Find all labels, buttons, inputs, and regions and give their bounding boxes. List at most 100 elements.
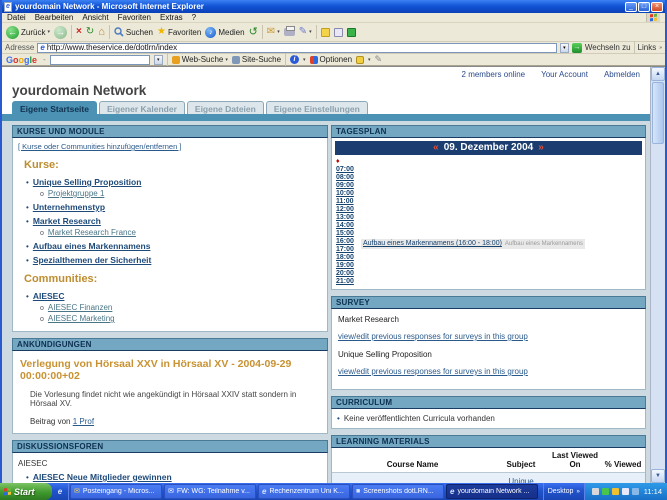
start-button[interactable]: Start bbox=[0, 483, 52, 500]
tray-icon[interactable] bbox=[602, 488, 609, 495]
page-info-icon[interactable]: i bbox=[290, 55, 299, 64]
survey-responses-link[interactable]: view/edit previous responses for surveys… bbox=[338, 367, 528, 376]
forward-button[interactable]: → bbox=[54, 26, 67, 39]
time-1400-link[interactable]: 14:00 bbox=[336, 222, 354, 229]
market-research-link[interactable]: Market Research bbox=[33, 216, 101, 226]
tab-eigene-einstellungen[interactable]: Eigene Einstellungen bbox=[266, 101, 368, 114]
messenger-icon[interactable] bbox=[347, 28, 356, 37]
projektgruppe-1-link[interactable]: Projektgruppe 1 bbox=[48, 189, 104, 198]
go-icon[interactable]: → bbox=[572, 43, 582, 53]
ie-quicklaunch-icon[interactable]: e bbox=[58, 487, 62, 496]
survey-responses-link[interactable]: view/edit previous responses for surveys… bbox=[338, 332, 528, 341]
stop-icon[interactable]: × bbox=[76, 26, 82, 38]
desktop-chevron-icon[interactable]: » bbox=[576, 489, 579, 495]
time-1500-link[interactable]: 15:00 bbox=[336, 230, 354, 237]
web-search-dropdown-icon[interactable]: ▾ bbox=[225, 57, 228, 63]
aiesec-link[interactable]: AIESEC bbox=[33, 291, 65, 301]
tray-icon[interactable] bbox=[612, 488, 619, 495]
menu-item-datei[interactable]: Datei bbox=[7, 13, 26, 22]
your-account-link[interactable]: Your Account bbox=[541, 70, 588, 80]
highlighter-icon[interactable] bbox=[356, 56, 364, 64]
aiesec-neue-mitglieder-gewinnen-link[interactable]: AIESEC Neue Mitglieder gewinnen bbox=[33, 472, 172, 482]
back-button[interactable]: ← Zurück ▾ bbox=[6, 26, 50, 39]
tray-icon[interactable] bbox=[592, 488, 599, 495]
spezialthemen-der-sicherheit-link[interactable]: Spezialthemen der Sicherheit bbox=[33, 255, 152, 265]
google-search-input[interactable] bbox=[50, 55, 150, 65]
tray-icon[interactable] bbox=[632, 488, 639, 495]
time-1200-link[interactable]: 12:00 bbox=[336, 206, 354, 213]
close-button[interactable]: × bbox=[651, 2, 663, 12]
menu-item-extras[interactable]: Extras bbox=[160, 13, 183, 22]
desktop-toolbar[interactable]: Desktop » bbox=[543, 483, 584, 500]
scrollbar-thumb[interactable] bbox=[652, 82, 664, 144]
time-1700-link[interactable]: 17:00 bbox=[336, 246, 354, 253]
history-icon[interactable]: ↺ bbox=[249, 26, 258, 38]
research-icon[interactable] bbox=[334, 28, 343, 37]
edit-button[interactable]: ✎ ▾ bbox=[299, 26, 312, 38]
maximize-button[interactable]: □ bbox=[638, 2, 650, 12]
options-button[interactable]: Optionen bbox=[310, 55, 352, 64]
market-research-france-link[interactable]: Market Research France bbox=[48, 228, 136, 237]
tab-eigene-startseite[interactable]: Eigene Startseite bbox=[12, 101, 97, 114]
site-search-button[interactable]: Site-Suche bbox=[232, 55, 281, 64]
go-label[interactable]: Wechseln zu bbox=[585, 43, 631, 52]
discuss-icon[interactable] bbox=[321, 28, 330, 37]
address-dropdown-icon[interactable]: ▾ bbox=[560, 43, 569, 53]
time-1800-link[interactable]: 18:00 bbox=[336, 254, 354, 261]
links-label[interactable]: Links bbox=[638, 43, 657, 52]
time-0700-link[interactable]: 07:00 bbox=[336, 166, 354, 173]
media-button[interactable]: ♪ Medien bbox=[205, 27, 244, 38]
tab-eigener-kalender[interactable]: Eigener Kalender bbox=[99, 101, 185, 114]
logout-link[interactable]: Abmelden bbox=[604, 70, 640, 80]
taskbar-button-screenshots-dotlrn[interactable]: ■Screenshots dotLRN... bbox=[352, 484, 444, 499]
pen-icon[interactable]: ✎ bbox=[375, 54, 383, 65]
web-search-button[interactable]: Web-Suche ▾ bbox=[172, 55, 228, 64]
time-2000-link[interactable]: 20:00 bbox=[336, 270, 354, 277]
mail-dropdown-icon[interactable]: ▾ bbox=[277, 29, 280, 35]
edit-dropdown-icon[interactable]: ▾ bbox=[309, 29, 312, 35]
google-search-dropdown-icon[interactable]: ▾ bbox=[154, 55, 163, 65]
next-day-icon[interactable]: » bbox=[538, 142, 544, 153]
address-input[interactable]: e http://www.theservice.de/dotlrn/index bbox=[37, 43, 557, 53]
mail-button[interactable]: ✉ ▾ bbox=[267, 26, 280, 38]
minimize-button[interactable]: _ bbox=[625, 2, 637, 12]
home-icon[interactable]: ⌂ bbox=[98, 26, 105, 38]
favorites-button[interactable]: ★ Favoriten bbox=[157, 26, 201, 38]
taskbar-button-posteingang-micros[interactable]: ✉Posteingang - Micros... bbox=[70, 484, 162, 499]
taskbar-button-rechenzentrum-uni-k[interactable]: eRechenzentrum Uni K... bbox=[258, 484, 350, 499]
prev-day-icon[interactable]: « bbox=[433, 142, 439, 153]
time-1000-link[interactable]: 10:00 bbox=[336, 190, 354, 197]
time-1900-link[interactable]: 19:00 bbox=[336, 262, 354, 269]
print-icon[interactable] bbox=[284, 28, 295, 36]
manage-courses-link[interactable]: [ Kurse oder Communities hinzufügen/entf… bbox=[18, 142, 181, 151]
vertical-scrollbar[interactable]: ▲ ▼ bbox=[650, 67, 665, 483]
highlighter-dropdown-icon[interactable]: ▾ bbox=[368, 57, 371, 63]
search-button[interactable]: Suchen bbox=[114, 27, 153, 37]
links-chevron-icon[interactable]: » bbox=[659, 45, 662, 51]
scroll-up-icon[interactable]: ▲ bbox=[651, 67, 665, 81]
time-1300-link[interactable]: 13:00 bbox=[336, 214, 354, 221]
unique-selling-proposition-link[interactable]: Unique Selling Proposition bbox=[33, 177, 142, 187]
tab-eigene-dateien[interactable]: Eigene Dateien bbox=[187, 101, 264, 114]
menu-item-[interactable]: ? bbox=[192, 13, 196, 22]
back-dropdown-icon[interactable]: ▾ bbox=[47, 29, 50, 35]
tray-icon[interactable] bbox=[622, 488, 629, 495]
taskbar-button-fw-wg-teilnahme-v[interactable]: ✉FW: WG: Teilnahme v... bbox=[164, 484, 256, 499]
menu-item-favoriten[interactable]: Favoriten bbox=[118, 13, 151, 22]
page-info-dropdown-icon[interactable]: ▾ bbox=[303, 57, 306, 63]
time-0900-link[interactable]: 09:00 bbox=[336, 182, 354, 189]
aiesec-marketing-link[interactable]: AIESEC Marketing bbox=[48, 314, 115, 323]
time-2100-link[interactable]: 21:00 bbox=[336, 278, 354, 285]
refresh-icon[interactable]: ↻ bbox=[86, 26, 94, 38]
time-1100-link[interactable]: 11:00 bbox=[336, 198, 354, 205]
time-0800-link[interactable]: 08:00 bbox=[336, 174, 354, 181]
aufbau-eines-markennamens-link[interactable]: Aufbau eines Markennamens bbox=[33, 241, 151, 251]
menu-item-ansicht[interactable]: Ansicht bbox=[82, 13, 108, 22]
menu-item-bearbeiten[interactable]: Bearbeiten bbox=[35, 13, 74, 22]
scroll-down-icon[interactable]: ▼ bbox=[651, 469, 665, 483]
unternehmenstyp-link[interactable]: Unternehmenstyp bbox=[33, 202, 105, 212]
taskbar-button-yourdomain-network[interactable]: eyourdomain Network ... bbox=[446, 484, 538, 499]
time-1600-link[interactable]: 16:00 bbox=[336, 238, 354, 245]
author-link[interactable]: 1 Prof bbox=[73, 417, 94, 426]
aiesec-finanzen-link[interactable]: AIESEC Finanzen bbox=[48, 303, 112, 312]
